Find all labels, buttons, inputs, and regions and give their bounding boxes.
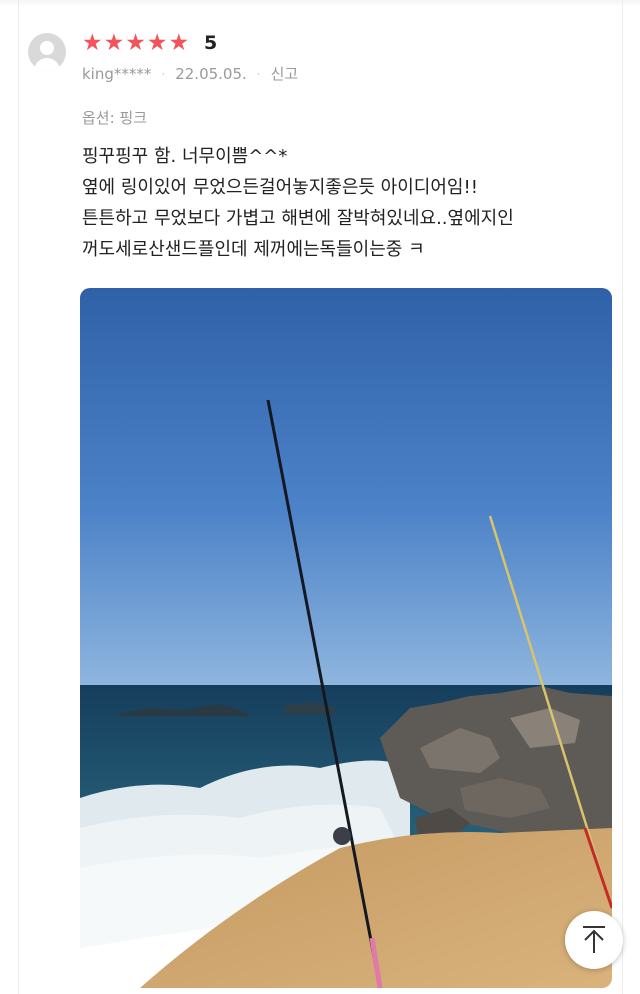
report-link[interactable]: 신고 — [271, 64, 299, 84]
rating-value: 5 — [204, 32, 218, 54]
review-line: 옆에 링이있어 무었으든걸어놓지좋은듯 아이디어임!! — [82, 177, 478, 198]
review-meta: king***** · 22.05.05. · 신고 — [82, 64, 298, 84]
user-placeholder-icon — [28, 33, 66, 71]
star-icon: ★ — [82, 30, 103, 56]
username: king***** — [82, 65, 152, 83]
review-body: 핑꾸핑꾸 함. 너무이쁨^^* 옆에 링이있어 무었으든걸어놓지좋은듯 아이디어… — [82, 141, 612, 265]
star-icon: ★ — [103, 30, 125, 56]
separator-dot: · — [161, 67, 166, 81]
star-icon: ★ — [168, 30, 190, 56]
star-icon: ★ — [125, 30, 146, 56]
review-line: 꺼도세로산샌드플인데 제꺼에는독들이는중 ㅋ — [82, 239, 425, 260]
review-line: 튼튼하고 무었보다 가볍고 해변에 잘박혀있네요..옆에지인 — [82, 208, 514, 229]
star-icon: ★ — [146, 30, 168, 56]
left-border — [18, 0, 19, 994]
option-label: 옵션: 핑크 — [82, 109, 148, 127]
rating-stars: ★ ★ ★ ★ ★ — [82, 31, 189, 55]
review-photo[interactable] — [80, 288, 612, 988]
scroll-to-top-button[interactable] — [565, 911, 623, 969]
top-divider — [0, 0, 640, 6]
review-page: ★ ★ ★ ★ ★ 5 king***** · 22.05.05. · 신고 옵… — [0, 0, 640, 994]
separator-dot: · — [256, 67, 261, 81]
arrow-up-icon — [583, 926, 605, 953]
review-date: 22.05.05. — [175, 65, 247, 83]
review-line: 핑꾸핑꾸 함. 너무이쁨^^* — [82, 146, 288, 167]
right-border — [622, 0, 623, 994]
